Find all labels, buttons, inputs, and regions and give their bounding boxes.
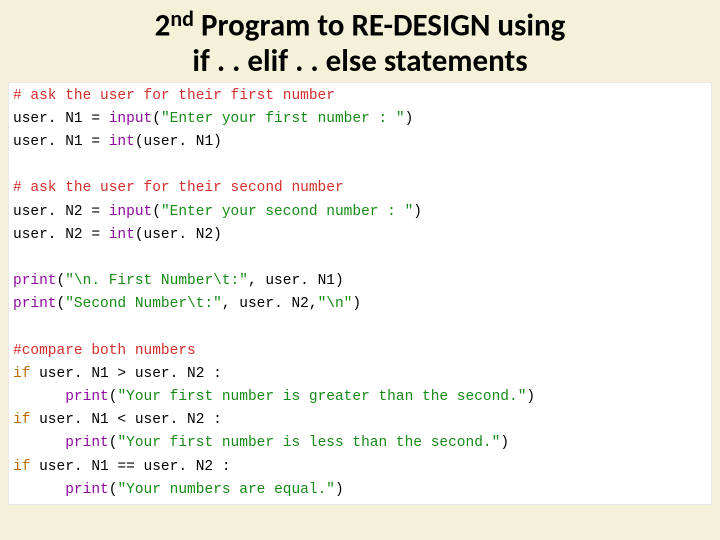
- code-string: "Second Number\t:": [65, 296, 222, 312]
- code-text: user. N2 =: [13, 227, 109, 243]
- title-sup: nd: [170, 5, 194, 32]
- code-string: "Your first number is less than the seco…: [117, 435, 500, 451]
- code-builtin: input: [109, 111, 153, 127]
- title-rest1: Program to RE-DESIGN using: [194, 6, 565, 44]
- code-block: # ask the user for their first number us…: [8, 82, 712, 505]
- code-string: "Enter your second number : ": [161, 204, 413, 220]
- code-paren: (user. N2): [135, 227, 222, 243]
- code-paren: (: [57, 273, 66, 289]
- code-text: user. N1 > user. N2 :: [30, 366, 221, 382]
- code-text: user. N2 =: [13, 204, 109, 220]
- code-builtin: print: [13, 296, 57, 312]
- code-builtin: print: [65, 389, 109, 405]
- code-string: "\n. First Number\t:": [65, 273, 248, 289]
- title-pre: 2: [155, 6, 171, 44]
- code-text: , user. N1): [248, 273, 344, 289]
- code-builtin: int: [109, 134, 135, 150]
- code-string: "Your first number is greater than the s…: [117, 389, 526, 405]
- code-paren: (user. N1): [135, 134, 222, 150]
- code-paren: (: [57, 296, 66, 312]
- code-keyword: if: [13, 366, 30, 382]
- code-text: user. N1 =: [13, 134, 109, 150]
- code-paren: ): [526, 389, 535, 405]
- code-builtin: print: [65, 482, 109, 498]
- code-paren: ): [413, 204, 422, 220]
- code-comment: #compare both numbers: [13, 343, 196, 359]
- code-string: "Your numbers are equal.": [117, 482, 335, 498]
- code-text: user. N1 < user. N2 :: [30, 412, 221, 428]
- code-paren: ): [500, 435, 509, 451]
- title-line2: if . . elif . . else statements: [192, 42, 527, 80]
- code-text: user. N1 == user. N2 :: [30, 459, 230, 475]
- code-paren: (: [152, 204, 161, 220]
- slide-title: 2nd Program to RE-DESIGN using if . . el…: [0, 0, 720, 82]
- code-string: "\n": [318, 296, 353, 312]
- code-paren: (: [152, 111, 161, 127]
- code-builtin: print: [13, 273, 57, 289]
- code-comment: # ask the user for their first number: [13, 88, 335, 104]
- code-keyword: if: [13, 459, 30, 475]
- code-keyword: if: [13, 412, 30, 428]
- code-text: , user. N2,: [222, 296, 318, 312]
- code-text: user. N1 =: [13, 111, 109, 127]
- code-builtin: int: [109, 227, 135, 243]
- code-paren: ): [405, 111, 414, 127]
- code-builtin: print: [65, 435, 109, 451]
- code-builtin: input: [109, 204, 153, 220]
- code-string: "Enter your first number : ": [161, 111, 405, 127]
- code-paren: ): [352, 296, 361, 312]
- code-comment: # ask the user for their second number: [13, 180, 344, 196]
- code-paren: ): [335, 482, 344, 498]
